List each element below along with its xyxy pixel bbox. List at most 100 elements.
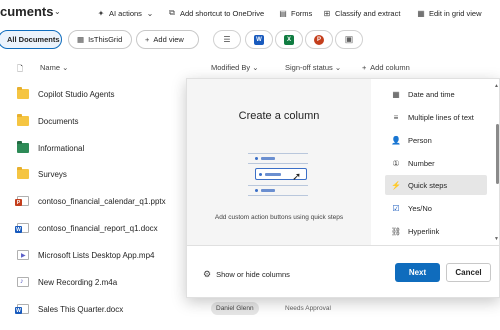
add-column-label: Add column [370, 63, 410, 72]
column-type-label: Number [408, 158, 435, 168]
grid-icon: ▦ [417, 8, 425, 18]
folder-icon [17, 141, 29, 153]
word-icon: W [15, 226, 22, 233]
calendar-icon: ▦ [392, 89, 400, 99]
panel-title: Create a column [238, 110, 320, 122]
multiline-icon: ≡ [393, 112, 399, 122]
divider [187, 245, 499, 246]
next-button[interactable]: Next [395, 263, 440, 282]
scrollbar[interactable] [496, 124, 499, 184]
create-column-panel: Create a column ➚ Add custom action butt… [186, 78, 500, 298]
view-isthisgrid[interactable]: ▦ IsThisGrid [68, 30, 132, 49]
cancel-button[interactable]: Cancel [446, 263, 491, 282]
column-modified-by-label: Modified By [211, 63, 251, 72]
ai-actions-button[interactable]: ✦ AI actions ⌄ [96, 7, 155, 19]
column-type-label: Multiple lines of text [408, 112, 474, 122]
column-type-yes-no[interactable]: ☑ Yes/No [385, 198, 493, 218]
chevron-down-icon: ⌄ [334, 63, 342, 72]
column-type-label: Hyperlink [408, 226, 440, 236]
sparkle-icon: ✦ [97, 8, 105, 18]
column-modified-by[interactable]: Modified By ⌄ [211, 63, 259, 72]
word-filter-button[interactable]: W [245, 30, 273, 49]
add-shortcut-label: Add shortcut to OneDrive [180, 8, 265, 18]
view-all-documents[interactable]: All Documents [0, 30, 62, 49]
classify-extract-button[interactable]: ⊞ Classify and extract [322, 7, 401, 19]
column-name[interactable]: Name ⌄ [40, 63, 68, 72]
column-signoff-status[interactable]: Sign-off status ⌄ [285, 63, 341, 72]
column-type-number[interactable]: ① Number [385, 153, 493, 173]
column-type-person[interactable]: 👤 Person [385, 130, 493, 150]
word-icon: W [15, 307, 22, 314]
word-file-icon: W [15, 223, 29, 233]
powerpoint-icon: P [314, 34, 324, 45]
add-view-button[interactable]: + Add view [136, 30, 199, 49]
chevron-down-icon[interactable]: ⌄ [54, 7, 61, 16]
file-name[interactable]: Informational [38, 144, 84, 153]
file-name[interactable]: Microsoft Lists Desktop App.mp4 [38, 251, 155, 260]
add-shortcut-button[interactable]: ⧉ Add shortcut to OneDrive [167, 7, 264, 19]
more-filter-button[interactable]: ▣ [335, 30, 363, 49]
show-hide-columns-label: Show or hide columns [216, 270, 290, 279]
scroll-up-icon[interactable]: ▲ [494, 83, 499, 89]
powerpoint-filter-button[interactable]: P [305, 30, 333, 49]
view-all-documents-label: All Documents [7, 35, 60, 44]
column-type-quick-steps[interactable]: ⚡ Quick steps [385, 175, 487, 195]
folder-icon [17, 87, 29, 99]
word-file-icon: W [15, 304, 29, 314]
forms-button[interactable]: ▤ Forms [278, 7, 312, 19]
column-type-date-time[interactable]: ▦ Date and time [385, 84, 493, 104]
video-file-icon: ▶ [17, 250, 29, 260]
excel-filter-button[interactable]: X [275, 30, 303, 49]
ai-actions-label: AI actions [109, 8, 142, 18]
file-name[interactable]: Surveys [38, 170, 67, 179]
quick-steps-illustration-icon: ➚ [248, 149, 310, 199]
file-name[interactable]: contoso_financial_report_q1.docx [38, 224, 158, 233]
column-signoff-status-label: Sign-off status [285, 63, 333, 72]
pointer-icon: ➚ [292, 171, 302, 183]
scroll-down-icon[interactable]: ▼ [494, 236, 499, 242]
edit-grid-view-button[interactable]: ▦ Edit in grid view [416, 7, 481, 19]
add-view-label: Add view [153, 35, 184, 44]
audio-icon: ♪ [20, 278, 24, 285]
folder-icon [17, 114, 29, 126]
excel-icon: X [284, 34, 294, 45]
play-icon: ▶ [21, 253, 26, 259]
add-column-button[interactable]: + Add column [362, 63, 410, 72]
shortcut-icon: ⧉ [169, 8, 175, 17]
file-name[interactable]: Documents [38, 117, 78, 126]
classify-icon: ⊞ [323, 8, 331, 18]
file-name[interactable]: contoso_financial_calendar_q1.pptx [38, 197, 166, 206]
filter-icon: ☰ [223, 35, 231, 44]
list-item[interactable]: W Sales This Quarter.docx Daniel Glenn N… [0, 296, 500, 323]
column-type-label: Person [408, 135, 432, 145]
document-icon: ▣ [344, 34, 354, 44]
powerpoint-file-icon: P [15, 196, 29, 206]
gear-icon: ⚙ [203, 269, 212, 279]
file-name[interactable]: New Recording 2.m4a [38, 278, 117, 287]
library-title[interactable]: cuments [0, 4, 53, 19]
column-type-multiline[interactable]: ≡ Multiple lines of text [385, 107, 493, 127]
file-name[interactable]: Sales This Quarter.docx [38, 305, 123, 314]
command-bar: cuments ⌄ ✦ AI actions ⌄ ⧉ Add shortcut … [0, 0, 500, 25]
plus-icon: + [145, 35, 150, 44]
show-hide-columns-link[interactable]: ⚙ Show or hide columns [203, 269, 290, 280]
filter-button[interactable]: ☰ [213, 30, 241, 49]
folder-icon [17, 167, 29, 179]
panel-preview: Create a column ➚ Add custom action butt… [187, 79, 371, 245]
file-name[interactable]: Copilot Studio Agents [38, 90, 115, 99]
modified-by-chip[interactable]: Daniel Glenn [211, 302, 259, 315]
plus-icon: + [362, 63, 367, 72]
panel-description: Add custom action buttons using quick st… [214, 214, 344, 221]
file-type-column-icon[interactable]: 🗋 [17, 63, 23, 76]
chevron-down-icon: ⌄ [62, 63, 69, 72]
view-isthisgrid-label: IsThisGrid [88, 35, 123, 44]
word-icon: W [254, 34, 264, 45]
column-type-hyperlink[interactable]: ⛓ Hyperlink [385, 221, 493, 241]
audio-file-icon: ♪ [17, 277, 29, 287]
chevron-down-icon: ⌄ [252, 63, 259, 72]
signoff-status: Needs Approval [285, 305, 331, 312]
yesno-icon: ☑ [392, 203, 400, 213]
column-type-label: Quick steps [408, 180, 448, 190]
column-type-label: Date and time [408, 89, 455, 99]
column-type-label: Yes/No [408, 203, 432, 213]
